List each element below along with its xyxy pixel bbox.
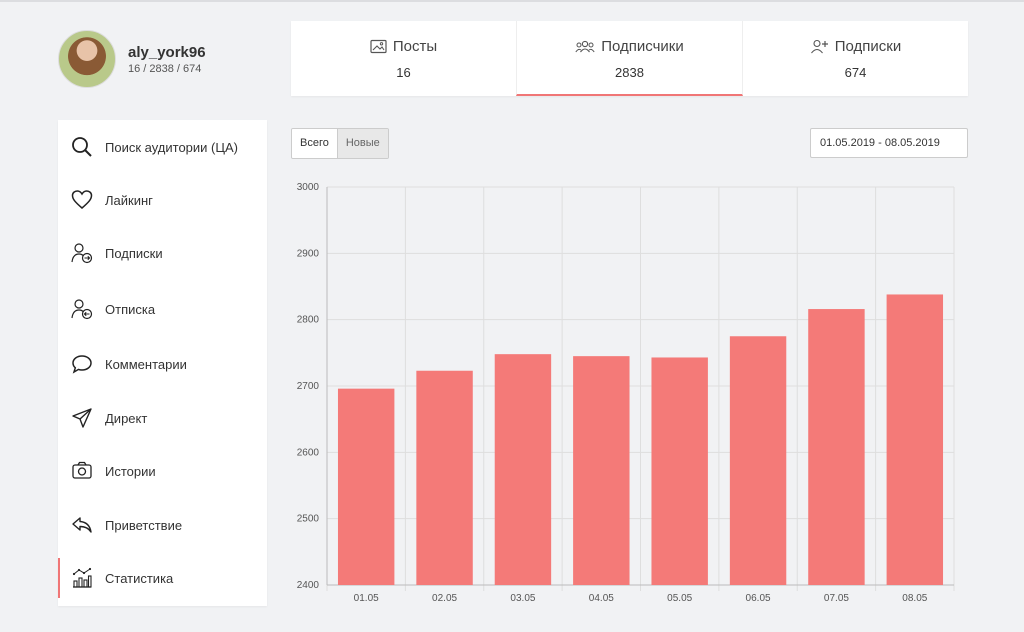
sidebar-item-label: Комментарии bbox=[105, 356, 187, 372]
tab-posts-label: Посты bbox=[392, 38, 438, 55]
y-tick-label: 3000 bbox=[297, 182, 320, 193]
sidebar-item-stories[interactable]: Истории bbox=[58, 451, 267, 491]
sidebar-item-label: Поиск аудитории (ЦА) bbox=[105, 139, 238, 155]
x-tick-label: 07.05 bbox=[824, 593, 849, 604]
y-tick-label: 2700 bbox=[297, 381, 320, 392]
stats-icon bbox=[72, 567, 92, 588]
chart-bar bbox=[651, 357, 708, 585]
user-plus-icon bbox=[810, 39, 828, 54]
comment-icon bbox=[72, 355, 92, 374]
sidebar-item-direct[interactable]: Директ bbox=[58, 398, 267, 438]
toggle-new-button[interactable]: Новые bbox=[336, 129, 388, 158]
sidebar-item-label: Директ bbox=[105, 410, 148, 426]
send-icon bbox=[72, 408, 92, 428]
reply-icon bbox=[72, 517, 92, 533]
chart-bar bbox=[337, 388, 395, 585]
sidebar-menu: Поиск аудитории (ЦА) Лайкинг Подписки От… bbox=[58, 120, 267, 606]
sidebar-item-liking[interactable]: Лайкинг bbox=[58, 180, 267, 220]
tab-posts[interactable]: Посты 16 bbox=[291, 21, 516, 96]
tab-following[interactable]: Подписки 674 bbox=[743, 21, 968, 96]
x-tick-label: 06.05 bbox=[746, 593, 771, 604]
x-tick-label: 03.05 bbox=[510, 593, 535, 604]
search-icon bbox=[72, 137, 92, 157]
chart-bar bbox=[886, 294, 944, 585]
x-tick-label: 04.05 bbox=[589, 593, 614, 604]
sidebar-item-follows[interactable]: Подписки bbox=[58, 233, 267, 273]
chart-bar bbox=[494, 354, 552, 585]
profile-card[interactable]: aly_york96 16 / 2838 / 674 bbox=[58, 30, 206, 88]
tab-followers-value: 2838 bbox=[615, 65, 644, 80]
sidebar-item-label: Приветствие bbox=[105, 517, 183, 533]
y-tick-label: 2600 bbox=[297, 447, 320, 458]
sidebar-item-label: Статистика bbox=[105, 570, 174, 586]
x-tick-label: 08.05 bbox=[902, 593, 927, 604]
followers-bar-chart: 2400 2500 2600 2700 2800 2900 3000 01.05 02.05 03… bbox=[297, 182, 955, 604]
date-range-input[interactable]: 01.05.2019 - 08.05.2019 bbox=[810, 128, 968, 158]
x-tick-label: 05.05 bbox=[667, 593, 692, 604]
x-tick-label: 01.05 bbox=[354, 593, 379, 604]
chart-bar bbox=[416, 370, 473, 585]
users-icon bbox=[575, 40, 595, 52]
camera-icon bbox=[72, 461, 92, 479]
chart-bar bbox=[573, 356, 630, 585]
tab-following-label: Подписки bbox=[834, 38, 902, 55]
tab-followers-label: Подписчики bbox=[601, 38, 684, 55]
sidebar-item-comments[interactable]: Комментарии bbox=[58, 344, 267, 384]
user-follow-icon bbox=[71, 243, 93, 264]
x-tick-label: 02.05 bbox=[432, 593, 457, 604]
y-tick-label: 2500 bbox=[297, 514, 320, 525]
sidebar-item-label: Подписки bbox=[105, 245, 163, 261]
image-icon bbox=[370, 39, 387, 54]
top-border bbox=[0, 0, 1024, 2]
stats-tabs: Посты 16 Подписчики 2838 Подписки 674 bbox=[291, 21, 968, 96]
sidebar-item-unfollow[interactable]: Отписка bbox=[58, 289, 267, 329]
toggle-all-button[interactable]: Всего bbox=[292, 129, 337, 158]
sidebar-item-audience-search[interactable]: Поиск аудитории (ЦА) bbox=[58, 127, 267, 167]
avatar[interactable] bbox=[58, 30, 116, 88]
tab-following-value: 674 bbox=[844, 65, 867, 80]
sidebar-item-welcome[interactable]: Приветствие bbox=[58, 505, 267, 545]
profile-counts: 16 / 2838 / 674 bbox=[128, 62, 202, 75]
chart-bar bbox=[729, 336, 787, 585]
y-tick-label: 2900 bbox=[297, 248, 320, 259]
sidebar-item-statistics[interactable]: Статистика bbox=[58, 558, 267, 598]
period-toggle: Всего Новые bbox=[291, 128, 389, 159]
sidebar-item-label: Лайкинг bbox=[105, 192, 153, 208]
y-tick-label: 2400 bbox=[297, 580, 320, 591]
tab-followers[interactable]: Подписчики 2838 bbox=[516, 21, 743, 96]
sidebar-item-label: Истории bbox=[105, 463, 156, 479]
sidebar-item-label: Отписка bbox=[105, 301, 156, 317]
chart-bar bbox=[808, 309, 865, 585]
tab-posts-value: 16 bbox=[396, 65, 411, 80]
username: aly_york96 bbox=[128, 43, 206, 61]
heart-icon bbox=[71, 190, 93, 209]
y-tick-label: 2800 bbox=[297, 315, 320, 326]
user-unfollow-icon bbox=[71, 299, 93, 320]
